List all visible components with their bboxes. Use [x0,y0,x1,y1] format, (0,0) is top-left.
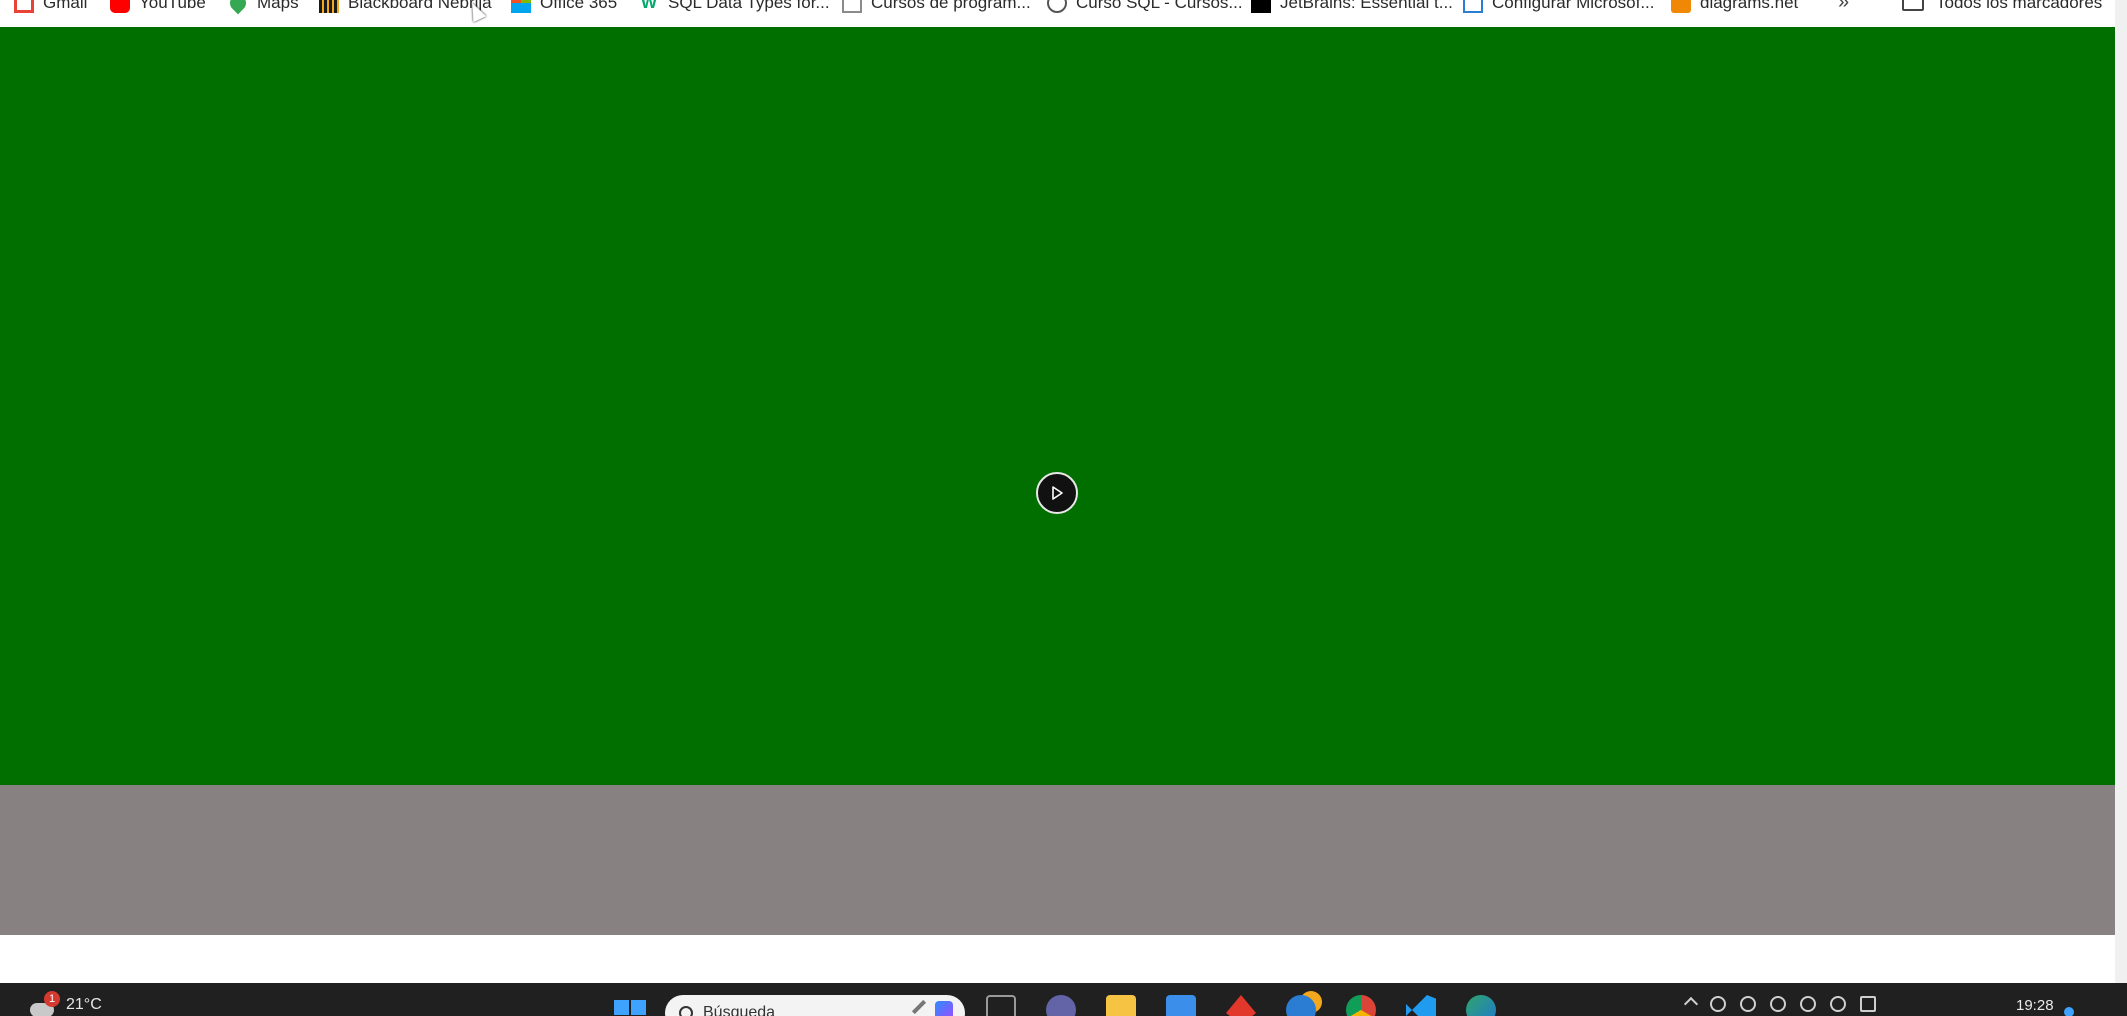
weather-icon: 1 [28,991,60,1016]
bookmark-label: diagrams.net [1700,0,1799,12]
battery-icon[interactable] [1860,996,1876,1012]
search-icon [679,1006,693,1016]
bookmark-configurar-microsoft[interactable]: Configurar Microsof... [1463,0,1655,15]
play-button[interactable] [1036,472,1078,514]
bookmark-label: Configurar Microsof... [1492,0,1655,12]
bookmark-office[interactable]: Office 365 [511,0,617,15]
pen-tray-icon[interactable] [1770,996,1786,1012]
bookmarks-overflow-button[interactable]: » [1838,0,1849,14]
bookmark-label: Office 365 [540,0,618,12]
store-icon[interactable] [1166,995,1196,1016]
copilot-icon [935,1001,953,1016]
office-icon [511,0,531,13]
task-view-icon[interactable] [986,995,1016,1016]
usb-icon[interactable] [1740,996,1756,1012]
bookmark-sql-types[interactable]: W SQL Data Types for... [639,0,830,15]
bookmark-curso-sql[interactable]: Curso SQL - Cursos... [1047,0,1243,15]
maps-icon [226,0,250,15]
bookmark-label: Maps [257,0,299,12]
gmail-icon [14,0,34,13]
temperature: 21°C [66,996,102,1013]
chrome-canary-icon[interactable] [1286,995,1316,1016]
pen-icon [911,999,927,1015]
window-edge [2115,0,2127,983]
bookmark-label: Gmail [43,0,88,12]
jetbrains-icon [1251,0,1271,13]
teams-icon[interactable] [1046,995,1076,1016]
folder-icon [1902,0,1924,11]
bookmark-jetbrains[interactable]: JetBrains: Essential t... [1251,0,1453,15]
blackboard-icon [319,0,339,13]
notification-dot-icon[interactable] [2064,1007,2074,1016]
taskbar-search[interactable]: Búsqueda [665,995,965,1016]
youtube-icon [110,0,130,13]
bookmark-label: JetBrains: Essential t... [1280,0,1453,12]
chrome-icon[interactable] [1346,995,1376,1016]
w3schools-icon: W [640,0,658,12]
bookmark-label: YouTube [139,0,206,12]
bookmark-youtube[interactable]: YouTube [110,0,206,15]
notification-badge: 1 [44,991,60,1007]
bookmarks-bar: Gmail YouTube Maps Blackboard Nebrija Of… [0,0,2115,27]
windows-icon [614,1000,629,1015]
bookmark-label: SQL Data Types for... [668,0,830,12]
all-bookmarks-button[interactable]: Todos los marcadores [1902,0,2102,15]
all-bookmarks-label: Todos los marcadores [1936,0,2103,12]
page-icon [1463,0,1483,13]
globe-icon [1047,0,1067,13]
search-placeholder: Búsqueda [703,1004,776,1016]
taskbar: 1 21°C Búsqueda 19:28 [0,983,2127,1016]
clock[interactable]: 19:28 [2016,997,2054,1014]
weather-widget[interactable]: 1 21°C [28,991,102,1016]
system-tray [1683,996,1876,1012]
drawio-icon [1671,0,1691,13]
vscode-icon[interactable] [1406,995,1436,1016]
bookmark-maps[interactable]: Maps [226,0,299,15]
bookmark-label: Curso SQL - Cursos... [1076,0,1243,12]
doc-icon [842,0,862,13]
video-player[interactable] [0,27,2115,785]
bookmark-gmail[interactable]: Gmail [14,0,87,15]
chevron-up-icon[interactable] [1683,996,1699,1012]
play-icon [1052,486,1063,500]
bookmark-cursos-programacion[interactable]: Cursos de program... [842,0,1031,15]
app-red-icon[interactable] [1226,995,1256,1016]
volume-icon[interactable] [1830,996,1846,1012]
bookmark-diagrams[interactable]: diagrams.net [1671,0,1798,15]
file-explorer-icon[interactable] [1106,995,1136,1016]
bookmark-label: Cursos de program... [871,0,1031,12]
wifi-icon[interactable] [1800,996,1816,1012]
start-button[interactable] [614,1000,646,1016]
page-content-below [0,935,2115,983]
edge-icon[interactable] [1466,995,1496,1016]
cloud-icon[interactable] [1710,996,1726,1012]
video-controls-area [0,785,2115,935]
